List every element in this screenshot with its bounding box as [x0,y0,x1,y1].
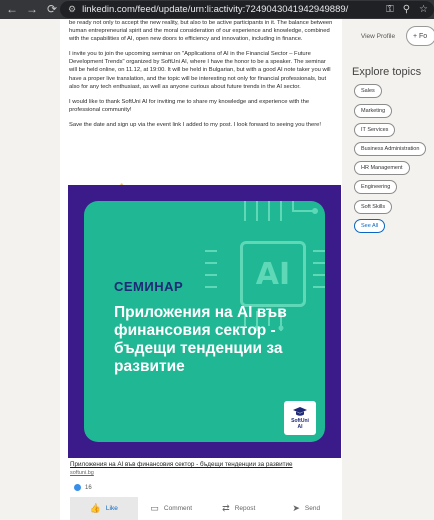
thumbs-up-icon: 👍 [89,503,101,513]
topic-soft-skills[interactable]: Soft Skills [354,200,393,214]
like-label: Like [105,505,118,512]
address-bar-actions: ⚿ ⚲ ☆ [386,1,428,18]
topic-engineering[interactable]: Engineering [354,180,398,194]
post-paragraph: Save the date and sign up via the event … [69,121,321,128]
reload-icon[interactable]: ⟳ [46,0,58,19]
comment-icon: ▭ [150,503,159,513]
banner-card: AI СЕМИНАР Приложения на AI във финансов… [84,201,325,442]
topic-hr-management[interactable]: HR Management [354,161,410,175]
repost-button[interactable]: ⇄ Repost [205,497,273,520]
banner-title: Приложения на AI във финансовия сектор -… [114,304,287,375]
send-icon: ➤ [292,503,300,513]
topic-sales[interactable]: Sales [354,84,382,98]
address-bar[interactable]: ⚙ linkedin.com/feed/update/urn:li:activi… [60,1,434,18]
reaction-count: 16 [85,484,92,491]
forward-icon[interactable]: → [26,0,38,19]
reactions-summary[interactable]: 16 [74,484,92,491]
event-banner-image[interactable]: AI СЕМИНАР Приложения на AI във финансов… [68,185,341,458]
send-label: Send [304,505,321,512]
see-all-topics-link[interactable]: See All [354,219,386,233]
softuni-logo: SoftUni AI [284,401,316,435]
post-paragraph: be ready not only to accept the new real… [69,20,333,43]
back-icon[interactable]: ← [6,0,18,19]
ai-chip-icon: AI [240,241,306,307]
article-link-title[interactable]: Приложения на AI във финансовия сектор -… [70,461,340,468]
url-text[interactable]: linkedin.com/feed/update/urn:li:activity… [82,4,348,15]
send-button[interactable]: ➤ Send [273,497,341,520]
key-icon[interactable]: ⚿ [386,1,394,18]
comment-label: Comment [163,505,193,512]
topic-business-administration[interactable]: Business Administration [354,142,427,156]
like-reaction-icon [74,484,81,491]
like-button[interactable]: 👍 Like [70,497,138,520]
site-info-icon[interactable]: ⚙ [68,4,76,15]
post-paragraph: I invite you to join the upcoming semina… [69,51,331,90]
article-link-domain[interactable]: softuni.bg [70,470,94,476]
star-icon[interactable]: ☆ [419,1,428,18]
post-paragraph: I would like to thank SoftUni AI for inv… [69,98,310,113]
repost-label: Repost [234,505,256,512]
follow-button[interactable]: + Fo [406,26,434,46]
explore-topics-heading: Explore topics [352,66,422,78]
chip-label: AI [255,256,291,292]
search-icon[interactable]: ⚲ [403,1,410,18]
view-profile-button[interactable]: View Profile [352,24,404,48]
logo-line-2: AI [297,424,303,430]
post-action-bar: 👍 Like ▭ Comment ⇄ Repost ➤ Send [70,497,340,520]
repost-icon: ⇄ [222,503,230,513]
post-body: be ready not only to accept the new real… [69,19,335,136]
graduation-cap-icon [293,407,307,416]
comment-button[interactable]: ▭ Comment [138,497,206,520]
topic-it-services[interactable]: IT Services [354,123,396,137]
topic-marketing[interactable]: Marketing [354,104,393,118]
banner-label: СЕМИНАР [114,279,184,294]
